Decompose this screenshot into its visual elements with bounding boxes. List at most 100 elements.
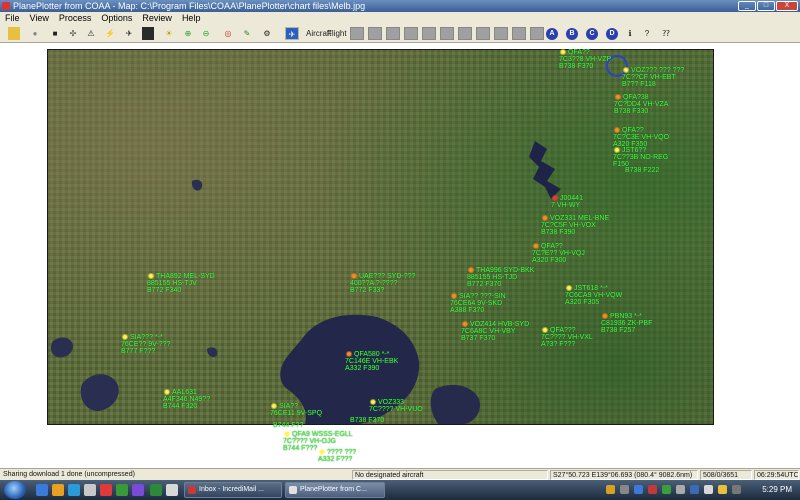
aircraft-label[interactable]: QFA?? 7C3??8 VH-VZP B738 F370 [559,49,611,70]
aircraft-label[interactable]: QFA??? 7C???? VH-VXL A?3? F??? [541,327,593,348]
tray-icon[interactable] [620,485,629,494]
quick-launch-app-icon[interactable] [150,484,162,496]
aircraft-label[interactable]: JST6?? 7C??3B NO-REG F150 [613,147,668,168]
tray-icon[interactable] [634,485,643,494]
aircraft-label[interactable]: QFA?38 7C?DD4 VH-VZA B738 F330 [614,94,668,115]
taskbar-clock[interactable]: 5:29 PM [762,480,792,500]
info-icon[interactable]: ℹ [625,27,635,40]
stop-icon[interactable]: ■ [50,27,60,40]
quick-launch-ie-icon[interactable] [36,484,48,496]
aircraft-button[interactable]: Aircraft [306,27,331,40]
aircraft-label[interactable]: THA996 SYD-BKK 885155 HS-TJD B772 F370 [467,267,534,288]
aircraft-label[interactable]: UAE??? SYD-??? 400??A ?-???? B772 F33? [350,273,415,294]
help-icon[interactable]: ? [642,27,652,40]
aircraft-label[interactable]: J00441 7 VH-WY [551,195,583,209]
close-button[interactable]: X [776,1,798,11]
quick-launch-app-icon[interactable] [100,484,112,496]
aircraft-label[interactable]: VOZ??? ??? ??? 7C??CF VH-EBT B7?? F118 [622,67,684,88]
filter-a-button[interactable]: A [546,28,558,40]
menu-process[interactable]: Process [54,12,97,25]
network-icon[interactable] [690,485,699,494]
map-view[interactable]: QFA?? 7C3??8 VH-VZP B738 F370 VOZ??? ??? ?… [47,49,714,425]
toolbar-blank-5[interactable] [422,27,436,40]
tray-icon[interactable] [648,485,657,494]
menu-file[interactable]: File [0,12,25,25]
aircraft-label[interactable]: SIA?? ???-SIN 76CE64 9V-SKD A388 F370 [450,293,506,314]
toolbar-blank-1[interactable] [350,27,364,40]
minimize-button[interactable]: _ [738,1,756,11]
aircraft-label[interactable]: THA892 MEL-SYD 885155 HS-TJV B772 F340 [147,273,215,294]
tray-icon[interactable] [662,485,671,494]
toolbar-blank-4[interactable] [404,27,418,40]
settings-icon[interactable]: ✣ [68,27,78,40]
tools-icon[interactable]: ⚙ [261,27,273,40]
record-icon[interactable]: ● [30,27,40,40]
plane-icon [270,403,278,410]
menu-review[interactable]: Review [137,12,177,25]
aircraft-label[interactable]: B738 F370 [350,417,384,424]
open-folder-icon[interactable] [8,27,20,40]
menu-view[interactable]: View [25,12,54,25]
toolbar-blank-6[interactable] [440,27,454,40]
window-title: PlanePlotter from COAA - Map: C:\Program… [13,1,366,11]
plane-icon[interactable]: ✈ [123,27,135,40]
brush-icon[interactable]: ✎ [241,27,253,40]
aircraft-label[interactable]: VOZ414 HVB-SYD 7C6A8C VH-VBY B737 F370 [461,321,529,342]
filter-d-button[interactable]: D [606,28,618,40]
quick-launch-app-icon[interactable] [116,484,128,496]
taskbar-incredimail[interactable]: Inbox - IncrediMail ... [184,482,282,498]
toolbar-blank-10[interactable] [512,27,526,40]
aircraft-label[interactable]: SIA??? *-* 76CE?? 9V-??? B777 F??? [121,334,170,355]
toolbar-blank-8[interactable] [476,27,490,40]
maximize-button[interactable]: □ [757,1,775,11]
menu-help[interactable]: Help [177,12,206,25]
quick-launch-app-icon[interactable] [84,484,96,496]
map-icon[interactable] [142,27,154,40]
plane-icon [147,273,155,280]
aircraft-label[interactable]: QFA?? 7C?E?? VH-VQJ A320 F300 [532,243,585,264]
tray-icon[interactable] [718,485,727,494]
zoom-in-icon[interactable]: ⊕ [183,27,193,40]
quick-launch-app-icon[interactable] [166,484,178,496]
plane-icon [565,285,573,292]
aircraft-label[interactable]: QFA580 *-* 7C146E VH-EBK A332 F390 [345,351,398,372]
taskbar-planeplotter[interactable]: PlanePlotter from C... [285,482,385,498]
aircraft-label[interactable]: PBN93 *-* C81936 ZK-PBF B738 F257 [601,313,652,334]
alert-icon[interactable]: ⚠ [86,27,96,40]
aircraft-label[interactable]: JST618 *-* 7C6CA9 VH-VQW A320 F305 [565,285,622,306]
quick-launch-app-icon[interactable] [68,484,80,496]
aircraft-label[interactable]: AAL631 A4F346 N49?? B744 F320 [163,389,210,410]
toolbar-blank-11[interactable] [530,27,544,40]
toolbar-blank-2[interactable] [368,27,382,40]
aircraft-label[interactable]: B744 F?? [273,422,303,429]
flight-button[interactable]: Flight [327,27,347,40]
planeplotter-icon [289,486,297,494]
tray-icon[interactable] [676,485,685,494]
tray-icon[interactable] [606,485,615,494]
toolbar-blank-7[interactable] [458,27,472,40]
radar-icon[interactable]: ✈ [285,27,299,40]
context-help-icon[interactable]: ⁇ [660,27,672,40]
utc-clock: 06:29:54UTC [754,470,799,480]
menu-bar: File View Process Options Review Help [0,12,800,26]
sun-icon[interactable]: ☀ [164,27,174,40]
target-icon[interactable]: ◎ [223,27,233,40]
antenna-icon[interactable]: ⚡ [104,27,116,40]
aircraft-label[interactable]: B738 F222 [625,167,659,174]
start-button[interactable] [4,481,26,499]
aircraft-label[interactable]: ???? ??? A332 F??? [318,449,356,463]
quick-launch-explorer-icon[interactable] [52,484,64,496]
aircraft-label[interactable]: VOZ331 MEL-BNE 7C?C5F VH-VOX B738 F390 [541,215,609,236]
toolbar-blank-9[interactable] [494,27,508,40]
zoom-out-icon[interactable]: ⊖ [201,27,211,40]
menu-options[interactable]: Options [96,12,137,25]
aircraft-label[interactable]: SIA?? 76CE11 9V-SPQ [270,403,322,417]
quick-launch-app-icon[interactable] [132,484,144,496]
filter-b-button[interactable]: B [566,28,578,40]
aircraft-label[interactable]: QFA?? 7C?C3E VH-VQO A320 F350 [613,127,669,148]
tray-icon[interactable] [732,485,741,494]
filter-c-button[interactable]: C [586,28,598,40]
volume-icon[interactable] [704,485,713,494]
toolbar-blank-3[interactable] [386,27,400,40]
aircraft-label[interactable]: VOZ333 7C???? VH-VUO [369,399,423,413]
